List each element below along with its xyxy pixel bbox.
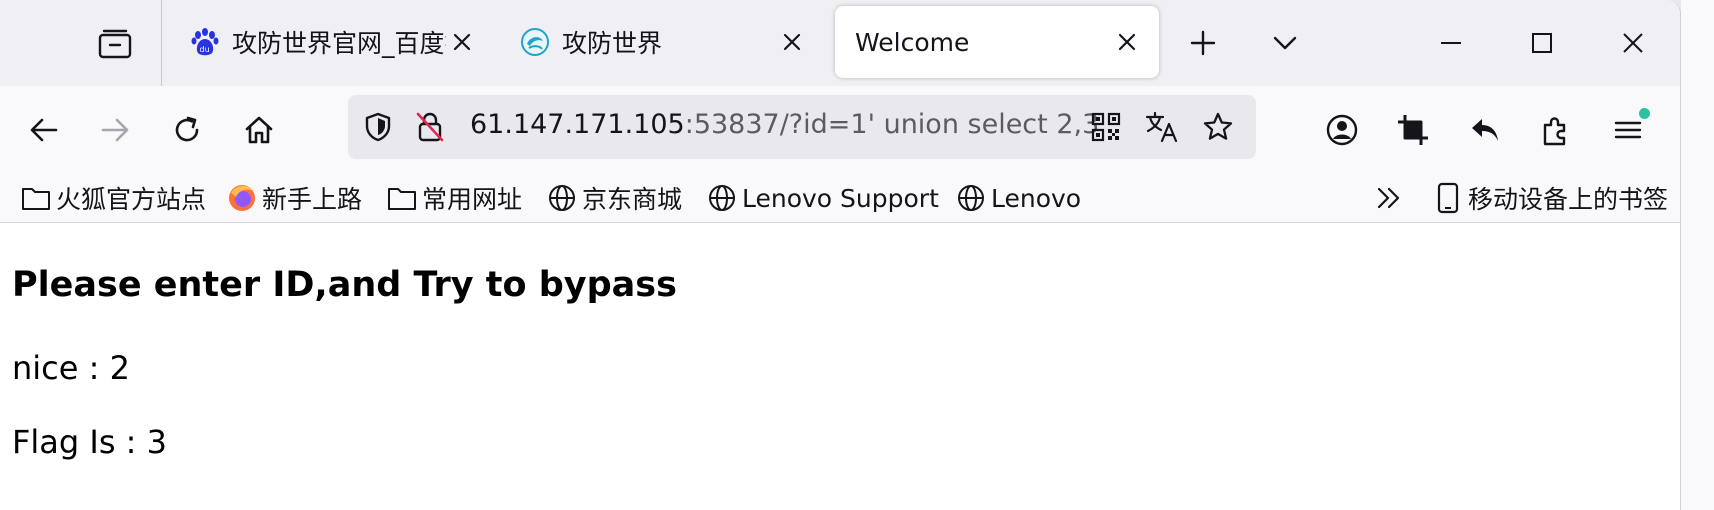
browser-window: du 攻防世界官网_百度搜 攻防世界 Welcome 61.147.171.10… bbox=[0, 0, 1681, 510]
bookmarks-toolbar: 火狐官方站点 新手上路 常用网址 京东商城 Lenovo Support Len… bbox=[0, 174, 1680, 223]
bookmark-huohu[interactable]: 火狐官方站点 bbox=[20, 180, 206, 216]
url-host: 61.147.171.105 bbox=[470, 109, 685, 140]
maximize-button[interactable] bbox=[1519, 20, 1565, 66]
url-path: :53837/?id=1' union select 2,3-- bbox=[684, 109, 1098, 140]
plus-icon bbox=[1190, 30, 1216, 56]
crop-icon bbox=[1398, 115, 1428, 145]
double-chevron-right-icon bbox=[1377, 187, 1400, 209]
flag-value-text: Flag Is : 3 bbox=[12, 423, 167, 461]
bookmarks-overflow-button[interactable] bbox=[1374, 180, 1404, 216]
qr-code-icon[interactable] bbox=[1084, 105, 1128, 149]
firefox-view-button[interactable] bbox=[92, 24, 138, 64]
baidu-icon: du bbox=[190, 27, 220, 57]
nice-value-text: nice : 2 bbox=[12, 349, 130, 387]
update-badge bbox=[1639, 108, 1650, 119]
bookmark-label: 京东商城 bbox=[582, 185, 683, 214]
screenshot-button[interactable] bbox=[1389, 106, 1437, 154]
bookmark-label: Lenovo bbox=[991, 183, 1082, 213]
globe-icon bbox=[706, 182, 738, 214]
folder-icon bbox=[20, 182, 52, 214]
folder-icon bbox=[386, 182, 418, 214]
reload-icon bbox=[175, 116, 199, 142]
navigation-toolbar: 61.147.171.105:53837/?id=1' union select… bbox=[0, 86, 1680, 174]
globe-icon bbox=[546, 182, 578, 214]
page-content: Please enter ID,and Try to bypass nice :… bbox=[0, 223, 1680, 510]
url-text[interactable]: 61.147.171.105:53837/?id=1' union select… bbox=[470, 109, 1098, 140]
tab-welcome[interactable]: Welcome bbox=[835, 6, 1159, 78]
minimize-icon bbox=[1441, 42, 1461, 44]
bookmark-xinshou[interactable]: 新手上路 bbox=[226, 180, 362, 216]
page-heading: Please enter ID,and Try to bypass bbox=[12, 265, 677, 305]
list-all-tabs-button[interactable] bbox=[1262, 20, 1308, 66]
maximize-icon bbox=[1532, 33, 1552, 53]
bookmark-label: 火狐官方站点 bbox=[56, 185, 207, 214]
tab-adworld[interactable]: 攻防世界 bbox=[496, 6, 816, 78]
close-window-button[interactable] bbox=[1610, 20, 1656, 66]
puzzle-icon bbox=[1543, 117, 1566, 146]
insecure-lock-icon[interactable] bbox=[408, 105, 452, 149]
firefox-view-icon bbox=[98, 29, 132, 59]
new-tab-button[interactable] bbox=[1180, 20, 1226, 66]
translate-icon[interactable] bbox=[1140, 105, 1184, 149]
bookmark-label: 移动设备上的书签 bbox=[1468, 185, 1669, 214]
close-tab-icon[interactable] bbox=[1111, 26, 1143, 58]
reply-arrow-icon bbox=[1472, 119, 1498, 141]
mobile-bookmarks-button[interactable]: 移动设备上的书签 bbox=[1432, 180, 1668, 216]
home-button[interactable] bbox=[235, 106, 283, 154]
reload-button[interactable] bbox=[163, 106, 211, 154]
account-button[interactable] bbox=[1318, 106, 1366, 154]
arrow-right-icon bbox=[101, 118, 129, 142]
close-tab-icon[interactable] bbox=[776, 26, 808, 58]
shield-icon[interactable] bbox=[356, 105, 400, 149]
bookmark-changyong[interactable]: 常用网址 bbox=[386, 180, 522, 216]
svg-text:du: du bbox=[200, 45, 210, 54]
bookmark-lenovo-support[interactable]: Lenovo Support bbox=[706, 180, 939, 216]
adworld-icon bbox=[520, 27, 550, 57]
tab-title: 攻防世界官网_百度搜 bbox=[232, 29, 446, 58]
tab-title: 攻防世界 bbox=[562, 29, 663, 58]
undo-button[interactable] bbox=[1461, 106, 1509, 154]
bookmark-label: Lenovo Support bbox=[742, 183, 939, 213]
tab-title: Welcome bbox=[855, 27, 970, 57]
home-icon bbox=[245, 116, 273, 144]
chevron-down-icon bbox=[1273, 36, 1297, 50]
menu-button[interactable] bbox=[1604, 106, 1652, 154]
back-button[interactable] bbox=[20, 106, 68, 154]
globe-icon bbox=[955, 182, 987, 214]
mobile-icon bbox=[1432, 182, 1464, 214]
bookmark-lenovo[interactable]: Lenovo bbox=[955, 180, 1081, 216]
forward-button[interactable] bbox=[91, 106, 139, 154]
tab-strip-separator bbox=[161, 0, 162, 86]
tab-strip: du 攻防世界官网_百度搜 攻防世界 Welcome bbox=[0, 0, 1680, 86]
hamburger-icon bbox=[1614, 121, 1642, 139]
bookmark-label: 常用网址 bbox=[422, 185, 523, 214]
bookmark-jingdong[interactable]: 京东商城 bbox=[546, 180, 682, 216]
desktop-edge bbox=[1681, 0, 1714, 510]
arrow-left-icon bbox=[30, 118, 58, 142]
account-icon bbox=[1326, 114, 1358, 146]
address-bar[interactable]: 61.147.171.105:53837/?id=1' union select… bbox=[348, 95, 1256, 159]
close-tab-icon[interactable] bbox=[446, 26, 478, 58]
bookmark-label: 新手上路 bbox=[262, 185, 363, 214]
minimize-button[interactable] bbox=[1428, 20, 1474, 66]
tab-baidu[interactable]: du 攻防世界官网_百度搜 bbox=[166, 6, 486, 78]
extensions-button[interactable] bbox=[1532, 106, 1580, 154]
firefox-icon bbox=[226, 182, 258, 214]
star-icon[interactable] bbox=[1196, 105, 1240, 149]
close-icon bbox=[1623, 33, 1643, 53]
